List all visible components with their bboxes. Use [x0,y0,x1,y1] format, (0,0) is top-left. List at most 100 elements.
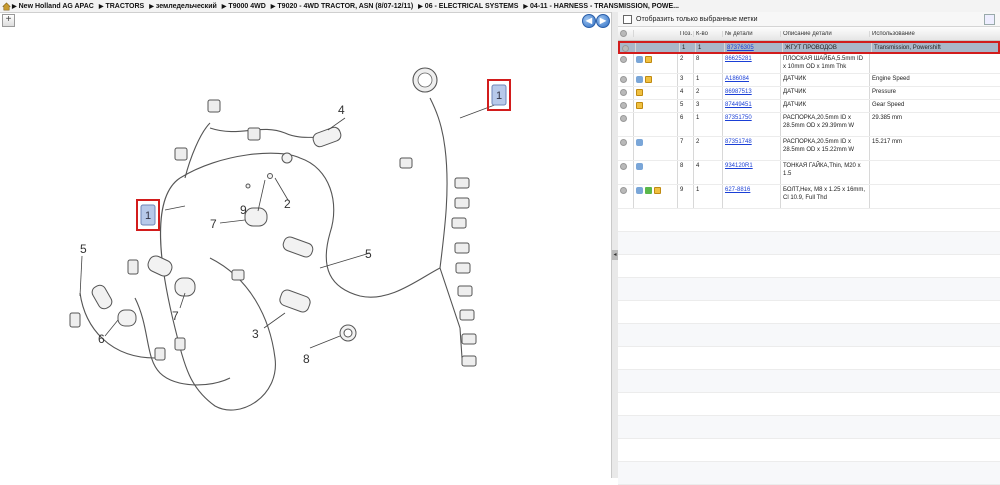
breadcrumb-item-assembly[interactable]: ▶ 04-11 - HARNESS - TRANSMISSION, POWE... [523,3,679,10]
row-part-number[interactable]: A186084 [723,74,781,86]
part-number-link[interactable]: 627-8816 [725,187,750,193]
show-selected-checkbox[interactable] [623,14,632,24]
empty-row [618,439,1000,462]
row-actions [634,161,678,184]
row-expand[interactable] [618,87,634,99]
breadcrumb-item-series[interactable]: ▶ T9000 4WD [222,3,266,10]
header-qty[interactable]: К-во [694,30,723,37]
row-expand[interactable] [618,137,634,160]
row-actions [634,185,678,208]
row-qty: 2 [694,87,723,99]
row-description: РАСПОРКА,20.5mm ID x 28.5mm OD x 29.39mm… [781,113,870,136]
expand-row-icon[interactable] [620,139,627,146]
expand-row-icon[interactable] [620,89,627,96]
row-expand[interactable] [618,74,634,86]
breadcrumb-item-category[interactable]: ▶ земледельческий [149,3,217,10]
table-row[interactable]: 7 2 87351748 РАСПОРКА,20.5mm ID x 28.5mm OD… [618,137,1000,161]
callout-item-1-right[interactable]: 1 [487,79,511,111]
part-label-2: 2 [284,197,291,211]
sensor-parts [91,126,357,342]
empty-row [618,209,1000,232]
row-part-number[interactable]: 87351748 [723,137,781,160]
collapse-panel-icon[interactable] [984,14,995,25]
part-number-link[interactable]: 87376305 [727,45,754,51]
package-icon[interactable] [636,102,643,109]
expand-row-icon[interactable] [622,45,629,52]
arrow-icon[interactable] [645,187,652,194]
row-part-number[interactable]: 627-8816 [723,185,781,208]
zoom-in-button[interactable]: + [2,14,15,27]
part-number-link[interactable]: 87351748 [725,139,752,145]
table-row[interactable]: 2 8 86625281 ПЛОСКАЯ ШАЙБА,5.5mm ID x 10mm … [618,54,1000,74]
part-label-5: 5 [365,247,372,261]
callout-item-1-left[interactable]: 1 [136,199,160,231]
row-pos: 6 [678,113,694,136]
info-icon[interactable] [636,163,643,170]
empty-row [618,301,1000,324]
info-icon[interactable] [636,56,643,63]
row-part-number[interactable]: 87351750 [723,113,781,136]
parts-grid: 1 1 87376305 ЖГУТ ПРОВОДОВ Transmission, Pow… [618,41,1000,485]
row-expand[interactable] [620,43,636,52]
package-icon[interactable] [645,76,652,83]
header-part-number[interactable]: № детали [723,30,781,37]
row-pos: 3 [678,74,694,86]
forward-button[interactable]: ▶ [596,14,610,28]
expand-row-icon[interactable] [620,163,627,170]
breadcrumb-item-model[interactable]: ▶ T9020 - 4WD TRACTOR, ASN (8/07-12/11) [271,3,413,10]
row-actions [636,43,680,52]
table-row[interactable]: 4 2 86987513 ДАТЧИК Pressure [618,87,1000,100]
breadcrumb-item-system[interactable]: ▶ 06 - ELECTRICAL SYSTEMS [418,3,518,10]
part-number-link[interactable]: 934120R1 [725,163,753,169]
row-expand[interactable] [618,185,634,208]
expand-row-icon[interactable] [620,187,627,194]
header-usage[interactable]: Использование [870,31,990,37]
back-button[interactable]: ◀ [582,14,596,28]
home-icon[interactable] [0,0,12,12]
header-icon-col[interactable] [618,30,634,37]
table-row[interactable]: 5 3 87449451 ДАТЧИК Gear Speed [618,100,1000,113]
row-qty: 1 [694,185,723,208]
expand-row-icon[interactable] [620,76,627,83]
expand-row-icon[interactable] [620,115,627,122]
part-number-link[interactable]: A186084 [725,76,749,82]
row-part-number[interactable]: 87376305 [725,43,783,52]
part-number-link[interactable]: 86625281 [725,56,752,62]
row-part-number[interactable]: 86625281 [723,54,781,73]
table-row[interactable]: 3 1 A186084 ДАТЧИК Engine Speed [618,74,1000,87]
header-pos[interactable]: Поз. [678,30,694,37]
table-row[interactable]: 6 1 87351750 РАСПОРКА,20.5mm ID x 28.5mm OD… [618,113,1000,137]
info-icon[interactable] [636,187,643,194]
row-part-number[interactable]: 87449451 [723,100,781,112]
expand-row-icon[interactable] [620,102,627,109]
breadcrumb-item-brand[interactable]: ▶ New Holland AG APAC [12,3,94,10]
table-row[interactable]: 9 1 627-8816 БОЛТ,Hex, M8 x 1.25 x 16mm, Cl… [618,185,1000,209]
header-description[interactable]: Описание детали [781,30,870,37]
info-icon[interactable] [636,76,643,83]
row-expand[interactable] [618,113,634,136]
part-label-4: 4 [338,103,345,117]
package-icon[interactable] [636,89,643,96]
table-row[interactable]: 8 4 934120R1 ТОНКАЯ ГАЙКА,Thin, M20 x 1.5 [618,161,1000,185]
row-expand[interactable] [618,100,634,112]
package-icon[interactable] [654,187,661,194]
part-number-link[interactable]: 86987513 [725,89,752,95]
table-row[interactable]: 1 1 87376305 ЖГУТ ПРОВОДОВ Transmission, Pow… [618,41,1000,54]
row-expand[interactable] [618,54,634,73]
breadcrumb-item-tractors[interactable]: ▶ TRACTORS [99,3,144,10]
expand-all-icon[interactable] [620,30,627,37]
row-usage: 29.385 mm [872,115,903,121]
empty-row [618,416,1000,439]
row-part-number[interactable]: 86987513 [723,87,781,99]
row-part-number[interactable]: 934120R1 [723,161,781,184]
part-number-link[interactable]: 87449451 [725,102,752,108]
expand-row-icon[interactable] [620,56,627,63]
svg-text:1: 1 [145,210,151,222]
empty-row [618,370,1000,393]
row-description: РАСПОРКА,20.5mm ID x 28.5mm OD x 15.22mm… [781,137,870,160]
part-number-link[interactable]: 87351750 [725,115,752,121]
package-icon[interactable] [645,56,652,63]
info-icon[interactable] [636,139,643,146]
empty-row [618,393,1000,416]
row-expand[interactable] [618,161,634,184]
